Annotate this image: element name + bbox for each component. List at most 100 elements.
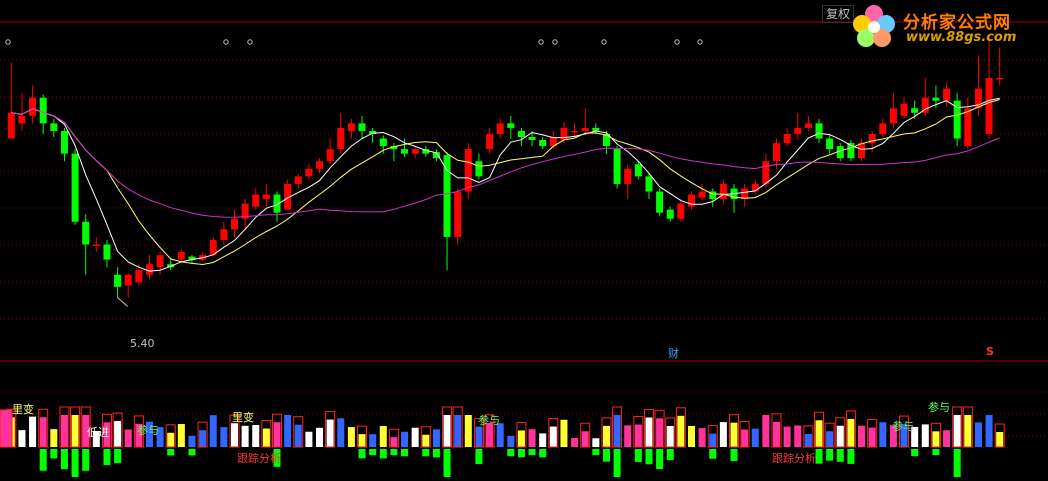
indicator-neg-bar — [432, 449, 440, 458]
candle-body — [39, 97, 47, 124]
candle-body — [932, 97, 940, 101]
indicator-neg-bar — [401, 449, 409, 457]
indicator-neg-bar — [634, 449, 642, 462]
candle-body — [156, 255, 164, 268]
indicator-bar — [783, 426, 791, 447]
indicator-bar — [921, 424, 929, 447]
indicator-bar — [443, 415, 451, 447]
indicator-bar — [656, 418, 664, 447]
indicator-bar — [252, 425, 260, 447]
indicator-bar — [602, 425, 610, 447]
indicator-neg-bar — [517, 449, 525, 458]
indicator-bar — [847, 418, 855, 447]
indicator-bar — [730, 422, 738, 447]
candle-body — [879, 123, 887, 134]
indicator-bar — [592, 438, 600, 447]
candle-body — [135, 270, 143, 283]
indicator-bar — [39, 417, 47, 447]
candle-body — [316, 161, 324, 169]
indicator-neg-bar — [836, 449, 844, 462]
indicator-bar — [772, 421, 781, 447]
indicator-bar — [464, 415, 472, 447]
indicator-neg-bar — [167, 449, 175, 456]
indicator-neg-bar — [666, 449, 674, 461]
indicator-bar — [549, 426, 557, 447]
finance-marker[interactable]: 财 — [668, 345, 679, 361]
annotation-label: 参与 — [928, 401, 950, 414]
indicator-bar — [241, 425, 249, 447]
indicator-bar — [29, 416, 37, 447]
candle-body — [698, 191, 706, 198]
indicator-bar — [741, 429, 749, 447]
flower-logo-icon — [853, 5, 895, 47]
indicator-bar — [964, 415, 972, 447]
indicator-bar — [974, 422, 982, 447]
indicator-bar — [943, 430, 951, 447]
candle-body — [911, 108, 919, 113]
candle-body — [783, 133, 791, 144]
indicator-neg-bar — [953, 449, 961, 477]
indicator-neg-bar — [645, 449, 653, 465]
indicator-bar — [390, 437, 398, 447]
indicator-bar — [709, 433, 717, 447]
indicator-neg-bar — [656, 449, 664, 470]
indicator-bar — [273, 422, 281, 447]
indicator-bar — [71, 415, 79, 447]
indicator-bar — [634, 424, 642, 447]
event-marker — [247, 39, 253, 45]
annotation-label: 里变 — [12, 403, 34, 416]
indicator-bar — [347, 427, 355, 447]
candle-body — [379, 138, 387, 147]
indicator-neg-bar — [369, 449, 377, 456]
indicator-bar — [985, 415, 993, 447]
indicator-neg-bar — [826, 449, 834, 461]
indicator-bar — [687, 426, 695, 447]
candle-body — [71, 153, 79, 222]
logo-url: www.88gs.com — [906, 30, 1017, 45]
candle-body — [124, 274, 132, 286]
indicator-bar — [751, 428, 759, 447]
indicator-bar — [624, 425, 632, 447]
candle-body — [29, 97, 37, 116]
event-marker — [538, 39, 544, 45]
candle-body — [517, 130, 525, 138]
candle-body — [645, 176, 653, 192]
indicator-bar — [262, 428, 270, 447]
kline-chart[interactable] — [0, 0, 1048, 481]
event-markers — [5, 39, 703, 45]
event-marker — [601, 39, 607, 45]
indicator-bar — [804, 433, 812, 447]
candle-body — [826, 138, 834, 150]
event-marker — [674, 39, 680, 45]
candle-body — [687, 194, 695, 207]
indicator-bar — [581, 431, 589, 447]
candle-body — [719, 183, 727, 200]
s-marker[interactable]: S — [986, 345, 994, 358]
site-logo: 分析家公式网 www.88gs.com — [848, 2, 1048, 52]
indicator-neg-bar — [82, 449, 90, 471]
candle-body — [443, 155, 451, 237]
candle-body — [145, 264, 153, 275]
indicator-neg-bar — [39, 449, 47, 471]
candle-body — [900, 103, 908, 116]
indicator-bar — [868, 427, 876, 447]
indicator-bar — [209, 415, 217, 447]
indicator-bar — [953, 415, 961, 447]
candle-body — [656, 191, 664, 213]
candle-body — [985, 77, 993, 134]
indicator-neg-bar — [60, 449, 68, 470]
candle-body — [92, 244, 100, 246]
indicator-bar — [124, 429, 132, 447]
indicator-bar — [326, 419, 334, 447]
candle-body — [411, 149, 419, 154]
candle-body — [262, 194, 270, 200]
indicator-bar — [167, 432, 175, 447]
indicator-bar — [305, 431, 313, 447]
candle-body — [294, 176, 302, 184]
candle-body — [358, 123, 366, 131]
candle-body — [666, 209, 674, 219]
candle-body — [475, 161, 483, 177]
candle-body — [103, 244, 111, 260]
ma-line-10 — [11, 99, 1000, 266]
annotation-label: 跟踪分析 — [237, 452, 281, 465]
